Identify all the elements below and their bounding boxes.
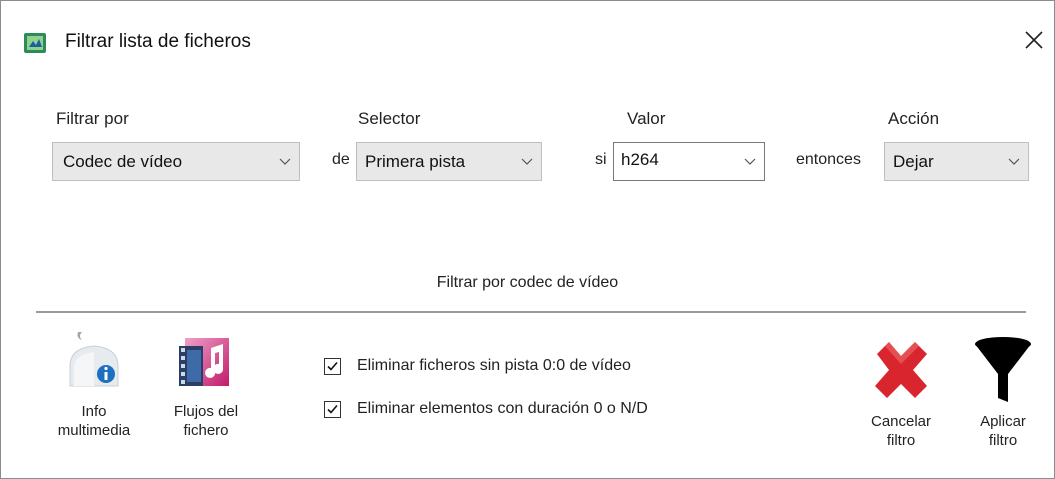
streams-icon	[179, 338, 229, 386]
filter-by-label: Filtrar por	[56, 109, 129, 128]
value-label: Valor	[627, 109, 666, 128]
chevron-down-icon	[1008, 158, 1020, 165]
cancel-label-line1: Cancelar	[870, 413, 932, 430]
filter-by-select[interactable]: Codec de vídeo	[52, 142, 300, 181]
filter-dialog: Filtrar lista de ficheros Filtrar por Se…	[0, 0, 1055, 479]
checkbox-remove-zero-duration[interactable]	[324, 401, 341, 418]
apply-label-line1: Aplicar	[980, 413, 1026, 430]
funnel-icon	[975, 337, 1031, 402]
red-x-icon	[875, 342, 927, 398]
value-combo[interactable]: h264	[613, 142, 765, 181]
info-multimedia-button[interactable]: Info multimedia	[39, 328, 149, 440]
info-media-icon	[69, 332, 119, 387]
selector-label: Selector	[358, 109, 421, 128]
file-streams-button[interactable]: Flujos del fichero	[151, 328, 261, 440]
window-title: Filtrar lista de ficheros	[65, 31, 251, 52]
filter-hint: Filtrar por codec de vídeo	[436, 274, 619, 291]
value-input[interactable]: h264	[621, 150, 659, 170]
apply-filter-button[interactable]: Aplicar filtro	[953, 334, 1053, 450]
chevron-down-icon	[279, 158, 291, 165]
option-label: Eliminar ficheros sin pista 0:0 de vídeo	[357, 357, 631, 374]
cancel-filter-button[interactable]: Cancelar filtro	[849, 334, 953, 450]
option-label: Eliminar elementos con duración 0 o N/D	[357, 400, 648, 417]
apply-label-line2: filtro	[988, 432, 1018, 449]
chevron-down-icon	[744, 158, 756, 165]
divider	[36, 311, 1026, 313]
entonces-prefix: entonces	[796, 151, 861, 168]
filter-by-value: Codec de vídeo	[63, 152, 183, 171]
title-bar: Filtrar lista de ficheros	[1, 1, 1054, 61]
checkmark-icon	[327, 404, 338, 414]
app-icon	[24, 33, 46, 53]
cancel-label-line2: filtro	[886, 432, 916, 449]
checkmark-icon	[327, 361, 338, 371]
si-prefix: si	[595, 151, 607, 168]
selector-select[interactable]: Primera pista	[356, 142, 542, 181]
checkbox-remove-no-video[interactable]	[324, 358, 341, 375]
streams-label-line1: Flujos del	[173, 403, 239, 420]
info-label-line2: multimedia	[57, 422, 131, 439]
chevron-down-icon	[521, 158, 533, 165]
action-select[interactable]: Dejar	[884, 142, 1029, 181]
close-icon	[1025, 31, 1043, 49]
action-label: Acción	[888, 109, 940, 128]
streams-label-line2: fichero	[183, 422, 229, 439]
close-button[interactable]	[1019, 25, 1049, 55]
action-value: Dejar	[893, 152, 934, 171]
selector-value: Primera pista	[365, 152, 466, 171]
de-prefix: de	[332, 151, 350, 168]
info-label-line1: Info	[81, 403, 107, 420]
